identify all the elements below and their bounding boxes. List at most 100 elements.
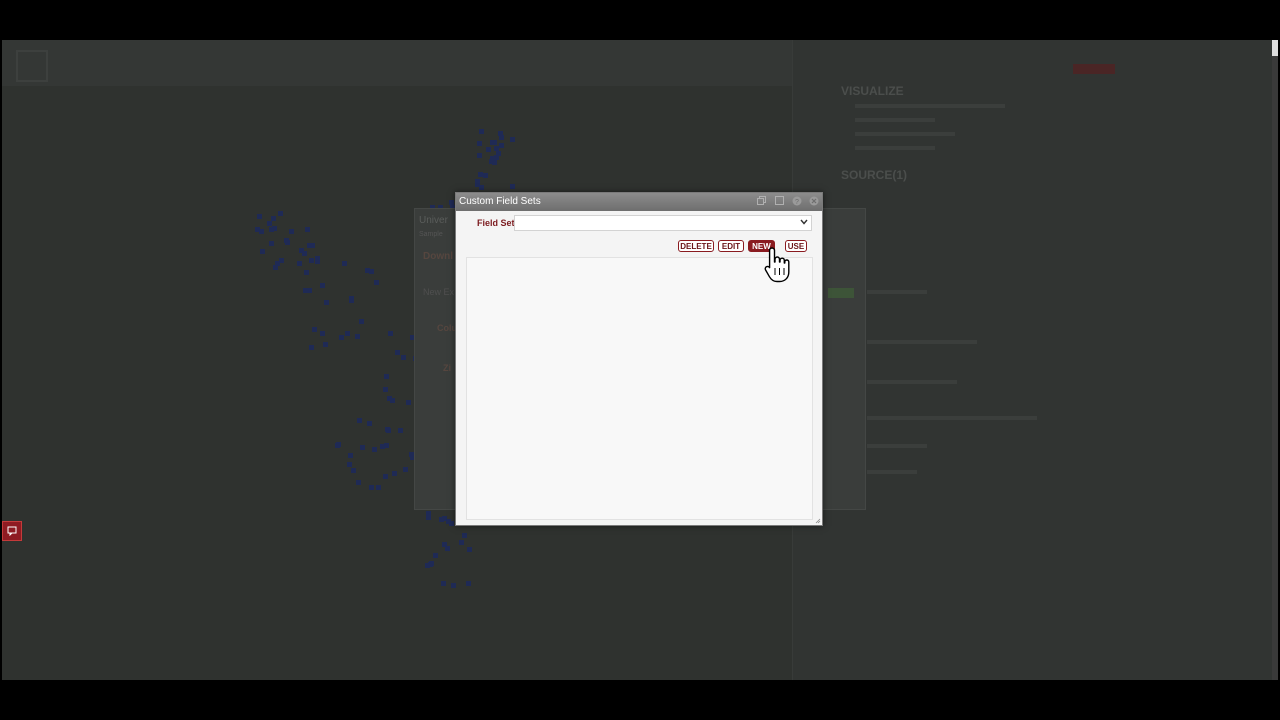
map-marker <box>339 335 344 340</box>
map-marker <box>392 471 397 476</box>
map-marker <box>441 581 446 586</box>
panel-label: New Ex <box>423 287 455 297</box>
map-marker <box>267 221 272 226</box>
chat-icon <box>7 526 17 537</box>
map-marker <box>403 467 408 472</box>
map-marker <box>390 398 395 403</box>
map-marker <box>289 229 294 234</box>
field-set-content-area <box>466 257 813 520</box>
map-marker <box>426 515 431 520</box>
map-marker <box>398 428 403 433</box>
dialog-titlebar[interactable]: Custom Field Sets ? <box>456 193 822 211</box>
map-marker <box>486 147 491 152</box>
map-marker <box>278 211 283 216</box>
map-marker <box>489 159 494 164</box>
map-marker <box>395 350 400 355</box>
background-tab <box>1073 64 1115 74</box>
sidebar-subtitle: SOURCE(1) <box>841 168 908 182</box>
map-marker <box>483 173 488 178</box>
map-marker <box>255 227 260 232</box>
map-marker <box>384 374 389 379</box>
chat-button[interactable] <box>2 521 22 541</box>
map-marker <box>359 319 364 324</box>
map-marker <box>490 140 495 145</box>
map-marker <box>272 226 277 231</box>
map-marker <box>365 268 370 273</box>
map-marker <box>347 462 352 467</box>
help-icon[interactable]: ? <box>791 196 802 207</box>
dialog-title: Custom Field Sets <box>459 196 541 207</box>
map-marker <box>479 129 484 134</box>
map-marker <box>445 546 450 551</box>
edit-button[interactable]: EDIT <box>718 240 744 252</box>
map-marker <box>305 227 310 232</box>
custom-field-sets-dialog: Custom Field Sets ? Field Set DELETE EDI… <box>455 192 823 526</box>
map-marker <box>477 141 482 146</box>
panel-heading: Downl <box>423 251 453 262</box>
restore-icon[interactable] <box>756 196 767 207</box>
sidebar-line <box>867 380 957 384</box>
map-marker <box>324 300 329 305</box>
map-marker <box>348 453 353 458</box>
resize-grip-icon[interactable] <box>815 518 821 524</box>
map-marker <box>335 443 340 448</box>
map-marker <box>383 474 388 479</box>
sidebar-title: VISUALIZE <box>841 84 904 98</box>
map-marker <box>439 517 444 522</box>
map-marker <box>312 327 317 332</box>
use-button[interactable]: USE <box>785 240 807 252</box>
map-marker <box>320 283 325 288</box>
map-marker <box>351 468 356 473</box>
map-marker <box>510 137 515 142</box>
map-marker <box>477 153 482 158</box>
map-marker <box>499 143 504 148</box>
delete-button[interactable]: DELETE <box>678 240 714 252</box>
map-marker <box>342 261 347 266</box>
panel-subtitle: Sample <box>419 231 443 238</box>
map-marker <box>355 334 360 339</box>
maximize-icon[interactable] <box>774 196 785 207</box>
panel-label: Zi <box>443 363 451 373</box>
map-marker <box>386 428 391 433</box>
map-marker <box>499 135 504 140</box>
map-marker <box>467 547 472 552</box>
map-marker <box>360 445 365 450</box>
map-marker <box>302 251 307 256</box>
sidebar-line <box>867 416 1037 420</box>
map-marker <box>401 355 406 360</box>
sidebar-line <box>855 146 935 150</box>
map-marker <box>323 342 328 347</box>
map-marker <box>380 444 385 449</box>
map-marker <box>449 200 454 205</box>
scrollbar-thumb[interactable] <box>1272 40 1278 56</box>
map-marker <box>494 146 499 151</box>
chevron-down-icon <box>800 219 808 225</box>
field-set-label: Field Set <box>477 218 515 228</box>
panel-title: Univer <box>419 215 448 226</box>
field-set-select[interactable] <box>514 215 812 231</box>
field-set-value <box>515 221 518 231</box>
map-marker <box>297 261 302 266</box>
sidebar-line <box>867 290 927 294</box>
sidebar-line <box>855 118 935 122</box>
map-marker <box>273 265 278 270</box>
map-marker <box>376 485 381 490</box>
map-marker <box>315 256 320 261</box>
new-button[interactable]: NEW <box>748 240 775 252</box>
map-marker <box>406 400 411 405</box>
sidebar-line <box>855 104 1005 108</box>
map-marker <box>309 258 314 263</box>
map-marker <box>357 418 362 423</box>
map-marker <box>433 553 438 558</box>
close-icon[interactable] <box>808 196 819 207</box>
map-marker <box>372 447 377 452</box>
map-marker <box>345 331 350 336</box>
map-marker <box>383 387 388 392</box>
map-marker <box>475 182 480 187</box>
sidebar-line <box>855 132 955 136</box>
map-marker <box>510 184 515 189</box>
page-scrollbar[interactable] <box>1272 40 1278 680</box>
map-marker <box>449 521 454 526</box>
map-marker <box>310 243 315 248</box>
map-marker <box>309 345 314 350</box>
